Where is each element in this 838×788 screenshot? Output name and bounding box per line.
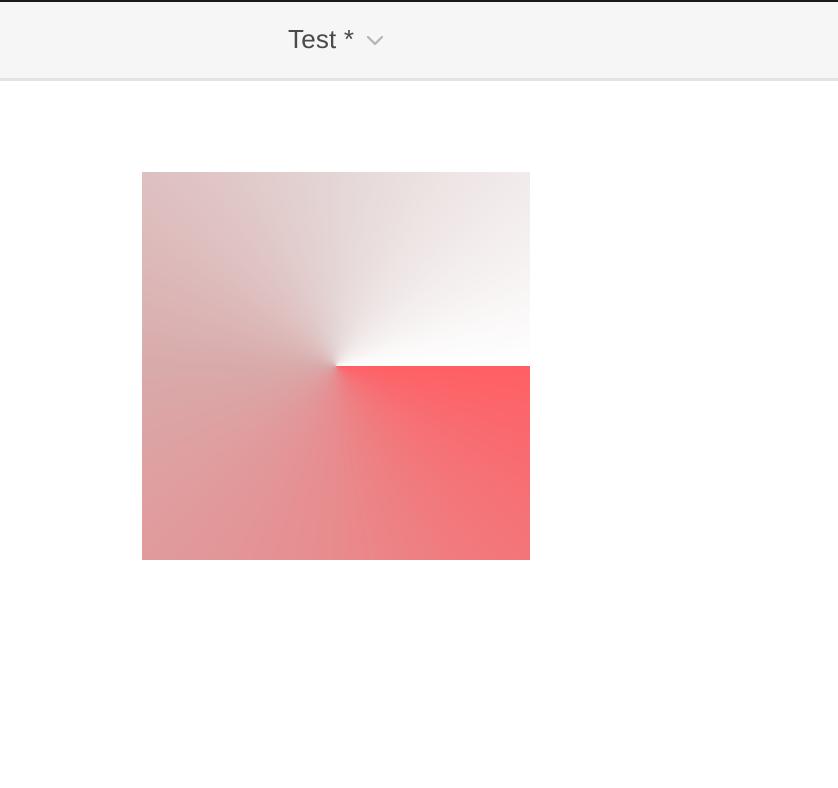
unsaved-indicator: * (343, 24, 355, 54)
document-title-menu[interactable]: Test * (288, 24, 384, 55)
document-title: Test * (288, 24, 354, 55)
conic-gradient-square[interactable] (142, 172, 530, 560)
chevron-down-icon[interactable] (366, 34, 384, 46)
title-bar: Test * (0, 2, 838, 81)
canvas (0, 81, 838, 788)
document-title-text: Test (288, 24, 337, 54)
